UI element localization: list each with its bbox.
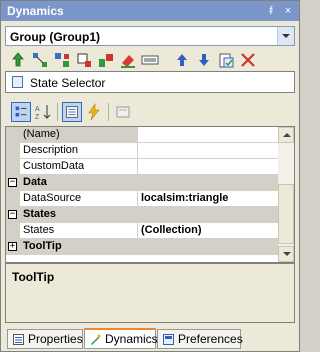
category-row-data[interactable]: − Data xyxy=(6,175,280,191)
vertical-scrollbar[interactable] xyxy=(278,127,294,262)
panel-titlebar: Dynamics ᵮ × xyxy=(1,1,299,21)
property-value[interactable] xyxy=(138,143,280,159)
property-value[interactable] xyxy=(138,127,280,143)
property-grid: (Name) Description CustomData − Data Dat… xyxy=(5,126,295,263)
dynamics-tab-icon xyxy=(91,334,101,345)
property-row-customdata[interactable]: CustomData xyxy=(6,159,280,175)
arrow-down-icon[interactable] xyxy=(195,51,213,69)
scroll-up-icon[interactable] xyxy=(278,127,294,143)
panel-title: Dynamics xyxy=(7,4,64,18)
property-value[interactable] xyxy=(138,159,280,175)
property-value[interactable]: localsim:triangle xyxy=(138,191,280,207)
property-row-description[interactable]: Description xyxy=(6,143,280,159)
delete-icon[interactable] xyxy=(239,51,257,69)
tab-label: Properties xyxy=(28,332,83,346)
state-selector-icon xyxy=(12,76,23,88)
toolbar-separator xyxy=(108,103,109,121)
property-row-states[interactable]: States (Collection) xyxy=(6,223,280,239)
pin-icon[interactable]: ᵮ xyxy=(264,4,278,18)
tab-preferences[interactable]: Preferences xyxy=(157,329,243,349)
tab-label: Preferences xyxy=(178,332,243,346)
properties-tab-icon xyxy=(13,334,24,345)
color-icon[interactable] xyxy=(97,51,115,69)
state-selector-label: State Selector xyxy=(30,76,106,90)
categorized-icon[interactable] xyxy=(11,102,31,122)
description-pane: ToolTip xyxy=(5,263,295,323)
tab-label: Dynamics xyxy=(105,332,158,346)
display-icon[interactable] xyxy=(141,51,159,69)
property-row-datasource[interactable]: DataSource localsim:triangle xyxy=(6,191,280,207)
connector-icon[interactable] xyxy=(31,51,49,69)
property-name: (Name) xyxy=(20,127,138,143)
category-row-tooltip[interactable]: + ToolTip xyxy=(6,239,280,255)
collapse-icon[interactable]: − xyxy=(8,178,17,187)
property-name: States xyxy=(20,223,138,239)
category-name: ToolTip xyxy=(23,240,62,252)
collapse-icon[interactable]: − xyxy=(8,210,17,219)
properties-icon[interactable] xyxy=(62,102,82,122)
preferences-tab-icon xyxy=(163,334,174,345)
paste-icon[interactable] xyxy=(217,51,235,69)
property-pages-icon[interactable] xyxy=(113,102,133,122)
category-name: States xyxy=(23,208,57,220)
tab-dynamics[interactable]: Dynamics xyxy=(84,328,158,349)
property-name: Description xyxy=(20,143,138,159)
dynamics-panel: Dynamics ᵮ × Group (Group1) State Select… xyxy=(0,0,300,352)
chevron-down-icon[interactable] xyxy=(277,27,294,45)
toolbar-separator xyxy=(57,103,58,121)
panel-tabs: Properties Dynamics Preferences xyxy=(5,328,297,349)
green-arrow-icon[interactable] xyxy=(9,51,27,69)
expand-icon[interactable]: + xyxy=(8,242,17,251)
category-row-states[interactable]: − States xyxy=(6,207,280,223)
description-title: ToolTip xyxy=(12,270,55,284)
category-name: Data xyxy=(23,176,47,188)
property-name: CustomData xyxy=(20,159,138,175)
svg-text:A: A xyxy=(35,106,40,113)
property-value[interactable]: (Collection) xyxy=(138,223,280,239)
property-name: DataSource xyxy=(20,191,138,207)
property-grid-toolbar: AZ xyxy=(5,99,297,123)
resize-icon[interactable] xyxy=(75,51,93,69)
arrow-up-icon[interactable] xyxy=(173,51,191,69)
tab-properties[interactable]: Properties xyxy=(7,329,83,349)
close-icon[interactable]: × xyxy=(281,4,295,18)
state-selector-item[interactable]: State Selector xyxy=(5,71,295,93)
svg-text:Z: Z xyxy=(35,114,40,121)
object-selector-value: Group (Group1) xyxy=(10,30,100,44)
move-icon[interactable] xyxy=(53,51,71,69)
scroll-thumb[interactable] xyxy=(278,184,294,244)
dynamics-toolbar xyxy=(5,49,297,71)
object-selector-combo[interactable]: Group (Group1) xyxy=(5,26,295,46)
events-icon[interactable] xyxy=(84,102,104,122)
fill-icon[interactable] xyxy=(119,51,137,69)
alphabetical-icon[interactable]: AZ xyxy=(33,102,53,122)
scroll-down-icon[interactable] xyxy=(278,246,294,262)
property-row-name[interactable]: (Name) xyxy=(6,127,280,143)
